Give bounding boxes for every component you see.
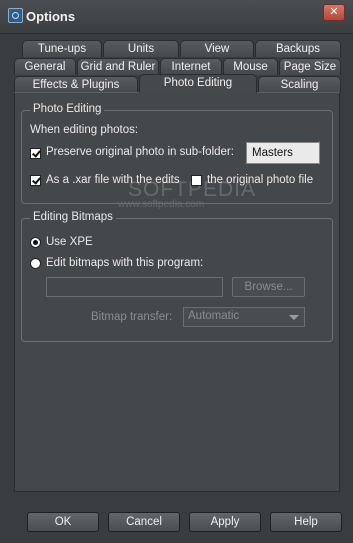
use-xpe-radio[interactable] xyxy=(30,237,41,248)
tab-effects-plugins[interactable]: Effects & Plugins xyxy=(14,76,138,93)
chevron-down-icon xyxy=(289,315,299,320)
tab-page-size[interactable]: Page Size xyxy=(279,58,341,75)
close-button[interactable]: ✕ xyxy=(323,4,345,21)
bitmap-transfer-label: Bitmap transfer: xyxy=(91,311,173,323)
edit-with-program-label[interactable]: Edit bitmaps with this program: xyxy=(46,257,203,269)
ok-button[interactable]: OK xyxy=(27,512,99,532)
original-photo-label[interactable]: the original photo file xyxy=(207,174,313,186)
photo-editing-intro: When editing photos: xyxy=(30,124,139,136)
xar-file-checkbox[interactable] xyxy=(30,175,41,186)
tab-grid-and-ruler[interactable]: Grid and Ruler xyxy=(77,58,159,75)
bitmap-transfer-dropdown[interactable]: Automatic xyxy=(183,307,305,327)
bitmap-transfer-value: Automatic xyxy=(188,310,240,322)
help-button[interactable]: Help xyxy=(270,512,342,532)
editing-bitmaps-group-label: Editing Bitmaps xyxy=(30,211,116,223)
tab-general[interactable]: General xyxy=(14,58,76,75)
tab-mouse[interactable]: Mouse xyxy=(223,58,278,75)
edit-with-program-radio[interactable] xyxy=(30,258,41,269)
app-icon xyxy=(8,8,23,23)
tab-view[interactable]: View xyxy=(180,40,254,57)
xar-file-label[interactable]: As a .xar file with the edits xyxy=(46,174,180,186)
browse-button[interactable]: Browse... xyxy=(232,277,305,297)
tab-internet[interactable]: Internet xyxy=(160,58,222,75)
apply-button[interactable]: Apply xyxy=(189,512,261,532)
cancel-button[interactable]: Cancel xyxy=(108,512,180,532)
program-path-field[interactable] xyxy=(46,277,223,297)
tab-units[interactable]: Units xyxy=(103,40,179,57)
window-title: Options xyxy=(26,9,76,24)
preserve-original-checkbox[interactable] xyxy=(30,148,41,159)
tab-photo-editing[interactable]: Photo Editing xyxy=(139,74,257,93)
use-xpe-label[interactable]: Use XPE xyxy=(46,236,93,248)
title-bar: Options ✕ xyxy=(0,0,353,34)
photo-editing-group-label: Photo Editing xyxy=(30,103,105,115)
preserve-original-label[interactable]: Preserve original photo in sub-folder: xyxy=(46,146,234,158)
tab-backups[interactable]: Backups xyxy=(255,40,341,57)
original-photo-checkbox[interactable] xyxy=(191,175,202,186)
tab-scaling[interactable]: Scaling xyxy=(258,76,341,93)
subfolder-name-field[interactable]: Masters xyxy=(246,142,320,164)
tab-tune-ups[interactable]: Tune-ups xyxy=(22,40,102,57)
